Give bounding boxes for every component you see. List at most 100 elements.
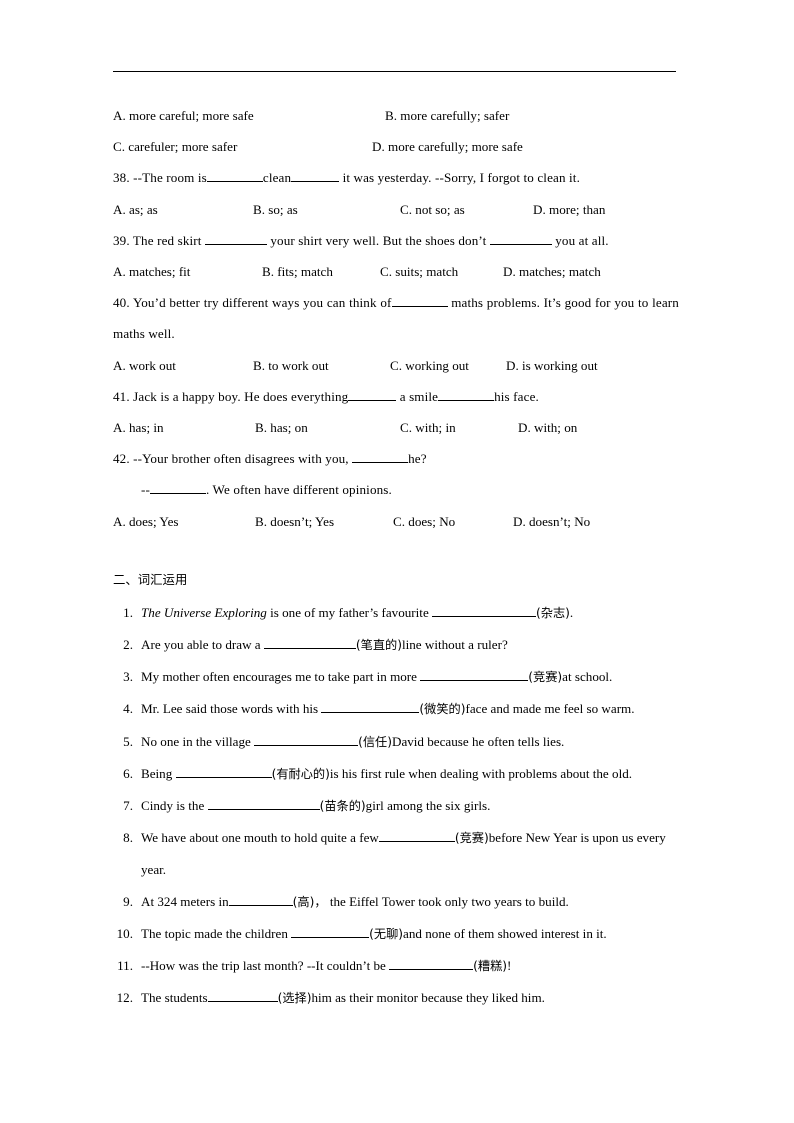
item-text-post: line without a ruler? bbox=[401, 636, 508, 652]
multiple-choice-block: A. more careful; more safe B. more caref… bbox=[113, 100, 679, 537]
answer-blank[interactable] bbox=[263, 636, 356, 649]
answer-blank[interactable] bbox=[291, 169, 340, 183]
chinese-hint: (苗条的) bbox=[319, 798, 366, 813]
item-text: The students (选择)him as their monitor bec… bbox=[141, 982, 679, 1014]
option-c: C. with; in bbox=[400, 419, 456, 435]
question-41-options: A. has; in B. has; on C. with; in D. wit… bbox=[113, 412, 679, 443]
answer-blank[interactable] bbox=[291, 924, 370, 938]
question-42-sub-post: . We often have different opinions. bbox=[205, 482, 392, 498]
chinese-hint: (竞赛) bbox=[528, 670, 563, 685]
answer-blank[interactable] bbox=[438, 387, 495, 401]
page-content: A. more careful; more safe B. more caref… bbox=[113, 100, 679, 1014]
item-text-pre: --How was the trip last month? --It coul… bbox=[141, 957, 390, 973]
answer-blank[interactable] bbox=[228, 892, 293, 906]
option-b: B. to work out bbox=[253, 357, 329, 373]
chinese-hint: (竞赛) bbox=[454, 831, 489, 846]
question-38-stem-post: it was yesterday. --Sorry, I forgot to c… bbox=[342, 170, 580, 186]
option-d: D. more; than bbox=[533, 201, 606, 217]
option-a: A. work out bbox=[113, 357, 176, 373]
chinese-hint: (选择) bbox=[277, 991, 312, 1006]
item-number: 2. bbox=[123, 636, 133, 652]
vocabulary-list: 1. The Universe Exploring is one of my f… bbox=[113, 597, 679, 1015]
answer-blank[interactable] bbox=[149, 481, 206, 495]
option-a: A. does; Yes bbox=[113, 513, 179, 529]
item-text-post: ! bbox=[507, 957, 512, 973]
item-text: Are you able to draw a (笔直的)line without… bbox=[141, 629, 679, 661]
answer-blank[interactable] bbox=[391, 294, 448, 308]
answer-blank[interactable] bbox=[175, 764, 272, 778]
question-38-options: A. as; as B. so; as C. not so; as D. mor… bbox=[113, 194, 679, 225]
question-38-stem-mid: clean bbox=[262, 170, 292, 186]
list-item: 4. Mr. Lee said those words with his (微笑… bbox=[113, 693, 679, 725]
item-number: 1. bbox=[123, 604, 133, 620]
document-page: A. more careful; more safe B. more caref… bbox=[0, 0, 794, 1123]
chinese-hint: (微笑的) bbox=[419, 702, 466, 717]
item-number: 6. bbox=[123, 765, 133, 781]
question-40-options: A. work out B. to work out C. working ou… bbox=[113, 350, 679, 381]
item-text-post: girl among the six girls. bbox=[365, 797, 491, 813]
list-item: 6. Being (有耐心的)is his first rule when de… bbox=[113, 758, 679, 790]
question-41-stem-post: his face. bbox=[494, 388, 539, 404]
item-text: We have about one mouth to hold quite a … bbox=[141, 822, 679, 885]
question-42-stem: 42. --Your brother often disagrees with … bbox=[113, 443, 679, 474]
option-d: D. doesn’t; No bbox=[513, 513, 591, 529]
item-number: 7. bbox=[123, 797, 133, 813]
item-text-pre: Are you able to draw a bbox=[141, 636, 264, 652]
chinese-hint: (信任) bbox=[358, 734, 392, 749]
answer-blank[interactable] bbox=[489, 231, 552, 245]
option-row-carryover-ab: A. more careful; more safe B. more caref… bbox=[113, 100, 679, 131]
item-text: My mother often encourages me to take pa… bbox=[141, 661, 679, 693]
answer-blank[interactable] bbox=[254, 732, 359, 746]
item-number: 4. bbox=[123, 701, 133, 717]
question-38-stem-pre: 38. --The room is bbox=[113, 170, 207, 186]
item-text-post: the Eiffel Tower took only two years to … bbox=[326, 893, 569, 909]
answer-blank[interactable] bbox=[206, 169, 263, 183]
question-42-options: A. does; Yes B. doesn’t; Yes C. does; No… bbox=[113, 506, 679, 537]
question-42-sub-pre: -- bbox=[141, 482, 150, 498]
answer-blank[interactable] bbox=[207, 797, 320, 810]
option-a: A. has; in bbox=[113, 419, 164, 435]
option-b: B. so; as bbox=[253, 201, 298, 217]
question-39-options: A. matches; fit B. fits; match C. suits;… bbox=[113, 256, 679, 287]
item-text-pre: The topic made the children bbox=[141, 925, 292, 941]
answer-blank[interactable] bbox=[420, 668, 529, 682]
list-item: 12. The students (选择)him as their monitor… bbox=[113, 982, 679, 1014]
question-41-stem: 41. Jack is a happy boy. He does everyth… bbox=[113, 381, 679, 412]
item-text: Being (有耐心的)is his first rule when deali… bbox=[141, 758, 679, 790]
answer-blank[interactable] bbox=[378, 829, 455, 843]
list-item: 11. --How was the trip last month? --It … bbox=[113, 950, 679, 982]
answer-blank[interactable] bbox=[352, 450, 409, 464]
answer-blank[interactable] bbox=[204, 231, 267, 245]
list-item: 5. No one in the village (信任)David becau… bbox=[113, 726, 679, 758]
answer-blank[interactable] bbox=[389, 957, 474, 970]
answer-blank[interactable] bbox=[207, 989, 278, 1003]
option-c: C. suits; match bbox=[380, 263, 459, 279]
option-c: C. not so; as bbox=[400, 201, 465, 217]
chinese-hint: (无聊) bbox=[369, 926, 404, 941]
item-text-post: David because he often tells lies. bbox=[391, 733, 565, 749]
option-b: B. fits; match bbox=[262, 263, 333, 279]
item-number: 5. bbox=[123, 733, 133, 749]
item-number: 3. bbox=[123, 669, 133, 685]
question-41-stem-mid: a smile bbox=[399, 388, 439, 404]
answer-blank[interactable] bbox=[348, 387, 397, 401]
item-text-pre: Mr. Lee said those words with his bbox=[141, 701, 322, 717]
option-b: B. more carefully; safer bbox=[385, 108, 510, 123]
list-item: 8. We have about one mouth to hold quite… bbox=[113, 822, 679, 885]
question-42-stem-pre: 42. --Your brother often disagrees with … bbox=[113, 451, 349, 467]
list-item: 3. My mother often encourages me to take… bbox=[113, 661, 679, 693]
answer-blank[interactable] bbox=[432, 603, 537, 617]
list-item: 10. The topic made the children (无聊)and … bbox=[113, 918, 679, 950]
item-number: 12. bbox=[116, 990, 133, 1006]
answer-blank[interactable] bbox=[321, 700, 420, 714]
question-40-stem: 40. You’d better try different ways you … bbox=[113, 287, 679, 349]
option-c: C. does; No bbox=[393, 513, 456, 529]
question-39-stem: 39. The red skirt your shirt very well. … bbox=[113, 225, 679, 256]
item-text: --How was the trip last month? --It coul… bbox=[141, 950, 679, 982]
section-heading-vocabulary: 二、词汇运用 bbox=[113, 571, 188, 587]
item-text-post: him as their monitor because they liked … bbox=[311, 990, 545, 1006]
chinese-hint: (杂志) bbox=[536, 605, 570, 620]
chinese-hint: (有耐心的) bbox=[271, 766, 330, 781]
item-text-post: is his first rule when dealing with prob… bbox=[329, 765, 633, 781]
item-text-pre: No one in the village bbox=[141, 733, 255, 749]
